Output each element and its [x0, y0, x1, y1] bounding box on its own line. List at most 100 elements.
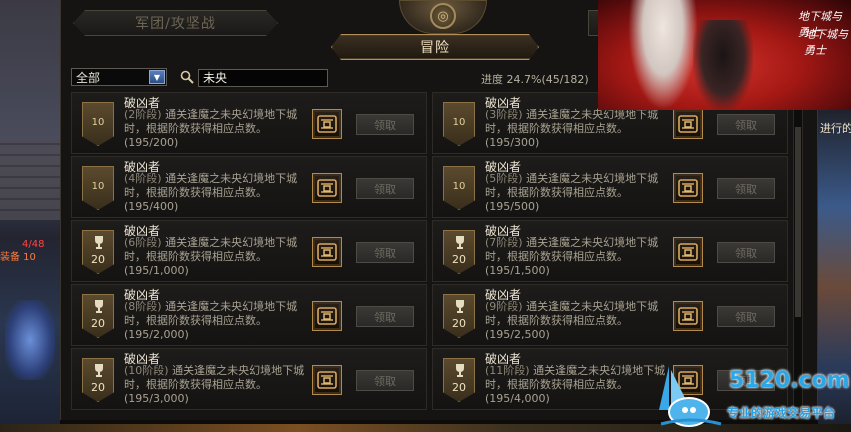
- achievement-badge: 20: [82, 294, 114, 338]
- blue-light-effect: [5, 300, 55, 380]
- achievement-level: 20: [452, 253, 466, 266]
- claim-button[interactable]: 领取: [717, 242, 775, 263]
- category-select[interactable]: 全部 ▼: [71, 68, 167, 86]
- watermark: 5120.com 专业的游戏交易平台: [655, 360, 851, 432]
- tab-adventure[interactable]: 冒险: [331, 34, 539, 60]
- tab-adventure-label: 冒险: [420, 40, 450, 56]
- claim-button[interactable]: 领取: [717, 178, 775, 199]
- reward-slot[interactable]: [312, 365, 342, 395]
- achievement-desc-block: (3阶段) 通关逢魔之未央幻境地下城时，根据阶数获得相应点数。 (195/300): [485, 108, 667, 150]
- search-input[interactable]: 未央: [198, 69, 328, 87]
- achievement-stage: (6阶段): [124, 236, 162, 249]
- reward-slot[interactable]: [312, 237, 342, 267]
- scrollbar-thumb[interactable]: [795, 127, 801, 317]
- claim-button[interactable]: 领取: [356, 178, 414, 199]
- hud-counter: 4/48: [22, 239, 45, 250]
- reward-chest-icon: [317, 243, 337, 261]
- reward-chest-icon: [678, 115, 698, 133]
- achievement-badge: 20: [443, 230, 475, 274]
- achievement-level: 10: [452, 117, 466, 128]
- achievement-stage: (10阶段): [124, 364, 169, 377]
- game-background-left: [0, 0, 60, 432]
- hud-equipment: 装备 10: [0, 252, 36, 263]
- trophy-icon: [95, 364, 103, 377]
- hud-left-status: 4/48 装备 10: [0, 238, 60, 268]
- achievement-stage: (2阶段): [124, 108, 162, 121]
- achievement-count: (195/2,000): [124, 328, 189, 341]
- reward-chest-icon: [678, 243, 698, 261]
- ad-banner[interactable]: 地下城与勇士 地下城与勇士: [598, 0, 851, 110]
- achievement-badge: 10: [82, 102, 114, 146]
- achievement-level: 20: [452, 381, 466, 394]
- achievement-desc-block: (5阶段) 通关逢魔之未央幻境地下城时，根据阶数获得相应点数。 (195/500): [485, 172, 667, 214]
- trophy-icon: [456, 300, 464, 313]
- achievement-card: 10 破凶者 (4阶段) 通关逢魔之未央幻境地下城时，根据阶数获得相应点数。 (195…: [71, 156, 427, 218]
- achievement-card: 20 破凶者 (9阶段) 通关逢魔之未央幻境地下城时，根据阶数获得相应点数。 (195…: [432, 284, 788, 346]
- achievement-desc-block: (4阶段) 通关逢魔之未央幻境地下城时，根据阶数获得相应点数。 (195/400): [124, 172, 306, 214]
- reward-slot[interactable]: [312, 173, 342, 203]
- achievement-level: 20: [91, 253, 105, 266]
- achievement-desc-block: (2阶段) 通关逢魔之未央幻境地下城时，根据阶数获得相应点数。 (195/200): [124, 108, 306, 150]
- achievement-desc-block: (8阶段) 通关逢魔之未央幻境地下城时，根据阶数获得相应点数。 (195/2,00…: [124, 300, 306, 342]
- reward-chest-icon: [317, 115, 337, 133]
- compass-emblem: ◎: [399, 0, 487, 34]
- mascot-icon: [659, 366, 722, 427]
- achievement-desc-block: (6阶段) 通关逢魔之未央幻境地下城时，根据阶数获得相应点数。 (195/1,00…: [124, 236, 306, 278]
- trophy-icon: [456, 236, 464, 249]
- achievement-stage: (4阶段): [124, 172, 162, 185]
- achievement-badge: 20: [82, 358, 114, 402]
- watermark-site: 5120.com: [729, 368, 850, 393]
- achievement-level: 20: [91, 381, 105, 394]
- achievement-badge: 10: [82, 166, 114, 210]
- reward-chest-icon: [678, 307, 698, 325]
- reward-chest-icon: [317, 307, 337, 325]
- reward-slot[interactable]: [673, 109, 703, 139]
- tab-guild-siege-label: 军团/攻坚战: [135, 16, 216, 32]
- claim-button[interactable]: 领取: [356, 306, 414, 327]
- achievement-stage: (9阶段): [485, 300, 523, 313]
- achievement-count: (195/2,500): [485, 328, 550, 341]
- achievement-count: (195/4,000): [485, 392, 550, 405]
- chevron-down-icon[interactable]: ▼: [149, 70, 165, 84]
- claim-button[interactable]: 领取: [356, 242, 414, 263]
- reward-chest-icon: [317, 371, 337, 389]
- reward-slot[interactable]: [673, 173, 703, 203]
- achievement-desc-block: (11阶段) 通关逢魔之未央幻境地下城时，根据阶数获得相应点数。 (195/4,0…: [485, 364, 667, 406]
- achievement-count: (195/500): [485, 200, 540, 213]
- achievement-count: (195/400): [124, 200, 179, 213]
- achievement-card: 10 破凶者 (2阶段) 通关逢魔之未央幻境地下城时，根据阶数获得相应点数。 (195…: [71, 92, 427, 154]
- castle-wall: [0, 140, 60, 220]
- achievement-level: 20: [91, 317, 105, 330]
- achievement-stage: (5阶段): [485, 172, 523, 185]
- achievement-badge: 20: [82, 230, 114, 274]
- achievement-count: (195/200): [124, 136, 179, 149]
- achievement-card: 20 破凶者 (10阶段) 通关逢魔之未央幻境地下城时，根据阶数获得相应点数。 (19…: [71, 348, 427, 410]
- achievement-count: (195/300): [485, 136, 540, 149]
- claim-button[interactable]: 领取: [717, 306, 775, 327]
- achievement-stage: (11阶段): [485, 364, 530, 377]
- character-art: [628, 0, 698, 110]
- achievement-stage: (8阶段): [124, 300, 162, 313]
- achievement-count: (195/1,000): [124, 264, 189, 277]
- reward-slot[interactable]: [673, 301, 703, 331]
- reward-slot[interactable]: [312, 109, 342, 139]
- achievement-stage: (7阶段): [485, 236, 523, 249]
- claim-button[interactable]: 领取: [356, 114, 414, 135]
- claim-button[interactable]: 领取: [356, 370, 414, 391]
- achievement-card: 10 破凶者 (5阶段) 通关逢魔之未央幻境地下城时，根据阶数获得相应点数。 (195…: [432, 156, 788, 218]
- reward-slot[interactable]: [312, 301, 342, 331]
- watermark-slogan: 专业的游戏交易平台: [727, 406, 836, 420]
- achievement-count: (195/3,000): [124, 392, 189, 405]
- trophy-icon: [456, 364, 464, 377]
- claim-button[interactable]: 领取: [717, 114, 775, 135]
- character-art-2: [693, 20, 753, 110]
- achievement-level: 10: [91, 117, 105, 128]
- achievement-badge: 20: [443, 358, 475, 402]
- reward-slot[interactable]: [673, 237, 703, 267]
- tab-guild-siege[interactable]: 军团/攻坚战: [73, 10, 278, 36]
- achievement-desc-block: (10阶段) 通关逢魔之未央幻境地下城时，根据阶数获得相应点数。 (195/3,0…: [124, 364, 306, 406]
- achievement-badge: 20: [443, 294, 475, 338]
- achievement-badge: 10: [443, 166, 475, 210]
- achievement-level: 10: [452, 181, 466, 192]
- hud-right-text: 进行的: [820, 122, 851, 135]
